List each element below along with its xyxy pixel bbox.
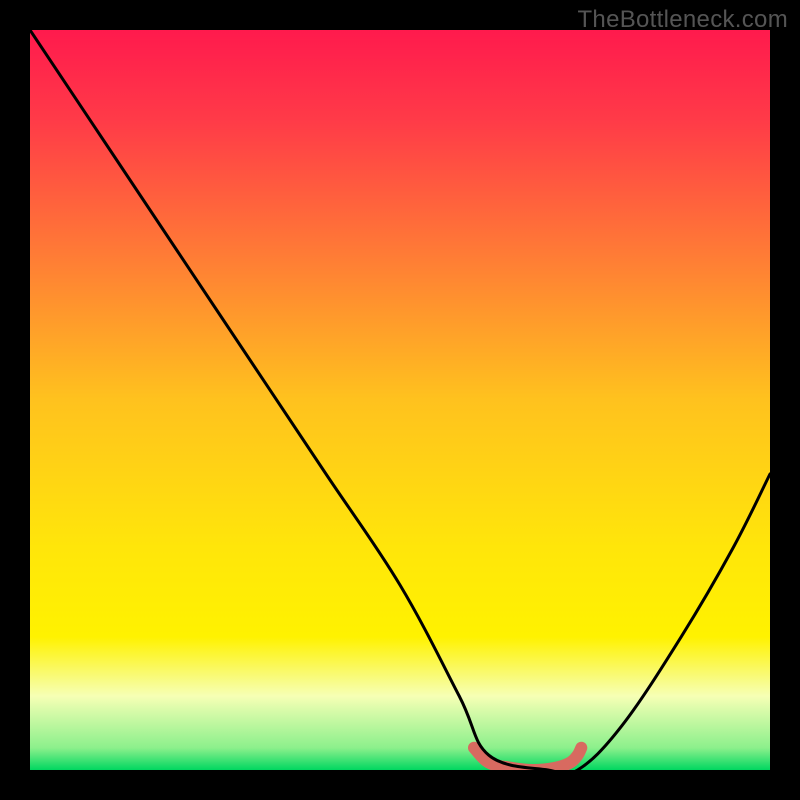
plot-area <box>30 30 770 770</box>
watermark-text: TheBottleneck.com <box>577 6 788 34</box>
bottleneck-chart <box>30 30 770 770</box>
gradient-bg <box>30 30 770 770</box>
chart-frame: TheBottleneck.com <box>0 0 800 800</box>
